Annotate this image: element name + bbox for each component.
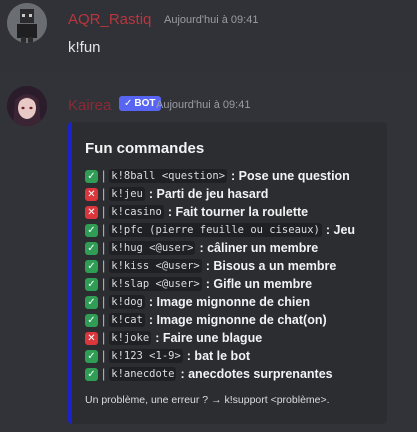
command-item: ✕ | k!jeu: Parti de jeu hasard [85,185,385,203]
command-item: ✓ | k!cat: Image mignonne de chat(on) [85,311,385,329]
command-item: ✓ | k!hug <@user>: câliner un membre [85,239,385,257]
command-code: k!cat [109,313,145,327]
avatar[interactable] [7,3,47,43]
command-description: : Gifle un membre [205,277,313,291]
embed-footer: Un problème, une erreur ? → k!support <p… [85,394,330,406]
embed-title: Fun commandes [85,140,205,157]
separator: | [102,241,106,255]
command-code: k!pfc (pierre feuille ou ciseaux) [109,223,322,237]
cross-mark-icon: ✕ [85,331,98,345]
command-list: ✓ | k!8ball <question>: Pose une question ✕… [85,167,385,383]
command-description: : Bisous a un membre [205,259,337,273]
check-mark-icon: ✓ [85,259,98,273]
bot-badge: ✓ BOT [119,96,161,111]
check-mark-icon: ✓ [85,223,98,237]
command-description: : Image mignonne de chien [148,295,310,309]
command-description: : câliner un membre [199,241,319,255]
command-item: ✓ | k!123 <1-9>: bat le bot [85,347,385,365]
avatar[interactable] [7,86,47,126]
separator: | [102,205,106,219]
separator: | [102,259,106,273]
command-code: k!123 <1-9> [109,349,183,363]
command-code: k!anecdote [109,367,177,381]
command-code: k!dog [109,295,145,309]
command-code: k!8ball <question> [109,169,228,183]
command-item: ✓ | k!dog: Image mignonne de chien [85,293,385,311]
command-item: ✓ | k!pfc (pierre feuille ou ciseaux): Jeu [85,221,385,239]
command-description: : Parti de jeu hasard [148,187,269,201]
check-mark-icon: ✓ [85,367,98,381]
separator: | [102,187,106,201]
separator: | [102,295,106,309]
message-user: AQR_Rastiq Aujourd'hui à 09:41 k!fun [0,0,417,72]
command-description: : Jeu [325,223,356,237]
check-mark-icon: ✓ [85,295,98,309]
command-item: ✓ | k!slap <@user>: Gifle un membre [85,275,385,293]
command-description: : anecdotes surprenantes [180,367,333,381]
check-mark-icon: ✓ [85,241,98,255]
command-code: k!casino [109,205,164,219]
check-mark-icon: ✓ [85,313,98,327]
command-description: : Pose une question [231,169,350,183]
embed: Fun commandes ✓ | k!8ball <question>: Pose… [68,122,387,424]
command-item: ✓ | k!8ball <question>: Pose une question [85,167,385,185]
separator: | [102,277,106,291]
timestamp: Aujourd'hui à 09:41 [164,14,259,26]
command-item: ✕ | k!casino: Fait tourner la roulette [85,203,385,221]
check-mark-icon: ✓ [85,169,98,183]
command-code: k!jeu [109,187,145,201]
command-item: ✓ | k!kiss <@user>: Bisous a un membre [85,257,385,275]
cross-mark-icon: ✕ [85,187,98,201]
bot-avatar-icon [7,86,47,126]
command-description: : Faire une blague [155,331,263,345]
command-code: k!slap <@user> [109,277,202,291]
command-code: k!joke [109,331,152,345]
separator: | [102,223,106,237]
message-content: k!fun [68,39,101,56]
command-item: ✕ | k!joke: Faire une blague [85,329,385,347]
command-description: : bat le bot [186,349,250,363]
verified-check-icon: ✓ [124,98,133,109]
check-mark-icon: ✓ [85,277,98,291]
command-code: k!kiss <@user> [109,259,202,273]
command-description: : Fait tourner la roulette [167,205,309,219]
check-mark-icon: ✓ [85,349,98,363]
separator: | [102,349,106,363]
separator: | [102,331,106,345]
command-item: ✓ | k!anecdote: anecdotes surprenantes [85,365,385,383]
command-description: : Image mignonne de chat(on) [148,313,327,327]
separator: | [102,169,106,183]
username[interactable]: AQR_Rastiq [68,11,151,28]
separator: | [102,313,106,327]
user-avatar-icon [7,3,47,43]
username[interactable]: Kairea [68,97,111,114]
command-code: k!hug <@user> [109,241,196,255]
separator: | [102,367,106,381]
timestamp: Aujourd'hui à 09:41 [156,99,251,111]
cross-mark-icon: ✕ [85,205,98,219]
